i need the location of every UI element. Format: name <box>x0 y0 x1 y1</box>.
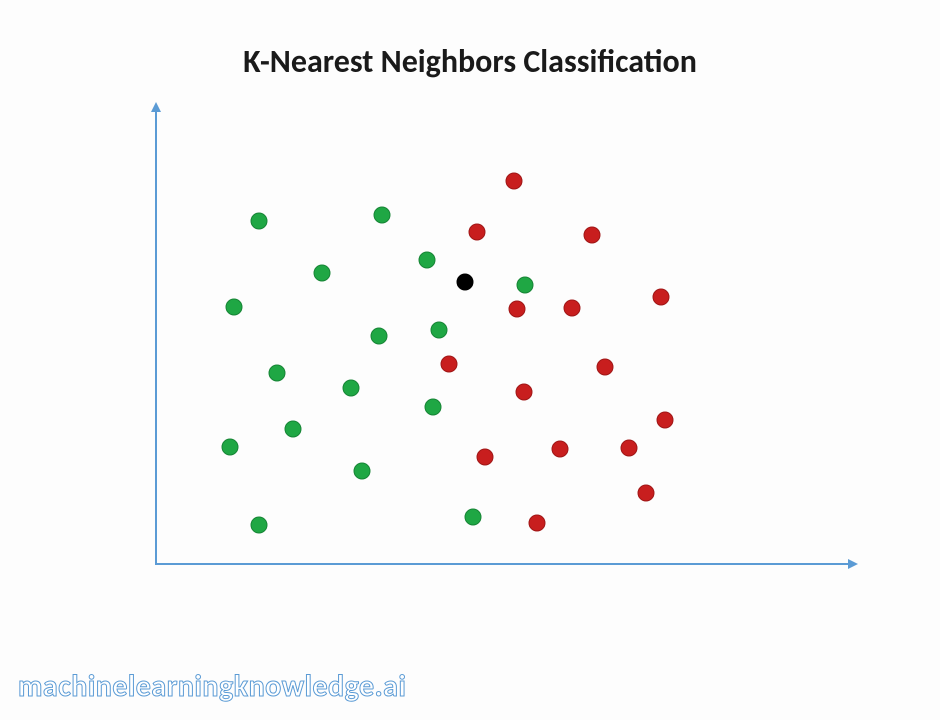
data-point <box>653 289 670 306</box>
data-point <box>314 265 331 282</box>
data-point <box>638 485 655 502</box>
data-point <box>431 322 448 339</box>
data-point <box>354 463 371 480</box>
data-point <box>251 213 268 230</box>
data-point <box>657 412 674 429</box>
watermark-text: machinelearningknowledge.ai <box>18 668 406 705</box>
scatter-chart <box>155 100 855 575</box>
y-axis <box>155 110 157 565</box>
data-point <box>374 207 391 224</box>
y-axis-arrow-icon <box>151 102 161 112</box>
x-axis <box>155 563 850 565</box>
data-point <box>529 515 546 532</box>
data-point <box>509 301 526 318</box>
data-point <box>222 439 239 456</box>
data-point <box>564 300 581 317</box>
data-point <box>457 274 474 291</box>
data-point <box>251 517 268 534</box>
data-point <box>269 365 286 382</box>
data-point <box>506 173 523 190</box>
data-point <box>441 356 458 373</box>
x-axis-arrow-icon <box>848 559 858 569</box>
page-title: K-Nearest Neighbors Classification <box>0 42 940 81</box>
data-point <box>371 328 388 345</box>
data-point <box>285 421 302 438</box>
data-point <box>469 224 486 241</box>
data-point <box>552 441 569 458</box>
data-point <box>465 509 482 526</box>
data-point <box>516 384 533 401</box>
data-point <box>425 399 442 416</box>
data-point <box>226 299 243 316</box>
data-point <box>517 277 534 294</box>
data-point <box>621 440 638 457</box>
data-point <box>477 449 494 466</box>
data-point <box>419 252 436 269</box>
data-point <box>343 380 360 397</box>
data-point <box>584 227 601 244</box>
data-point <box>597 359 614 376</box>
